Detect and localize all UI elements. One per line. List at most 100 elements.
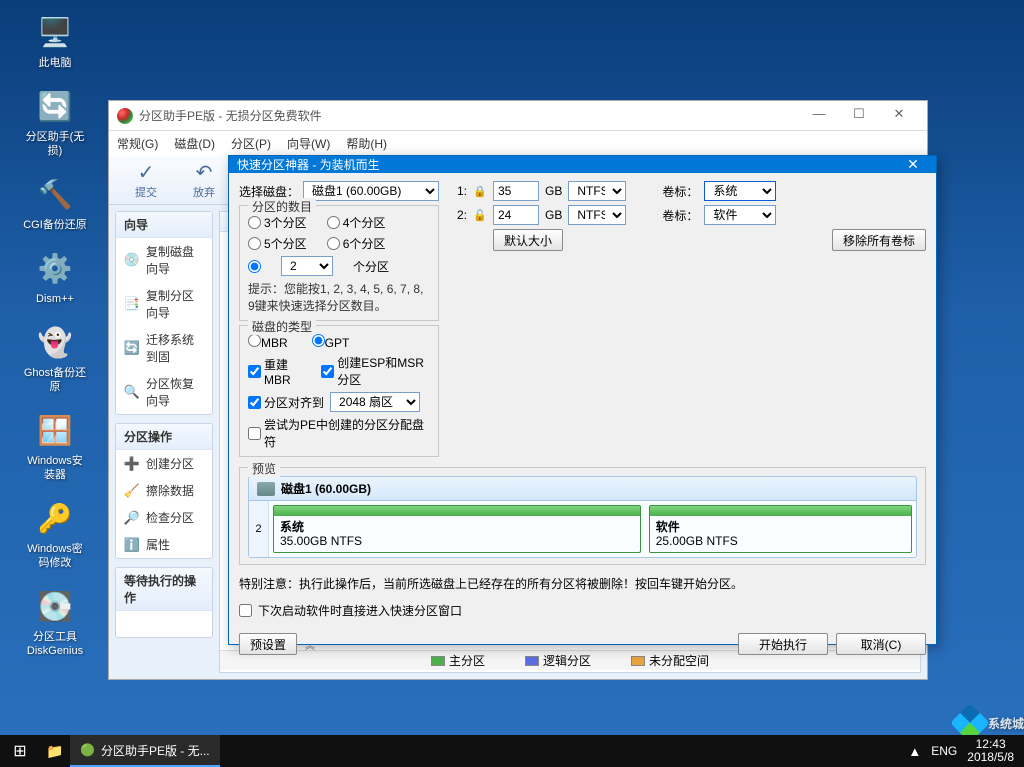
menu-disk[interactable]: 磁盘(D): [174, 135, 215, 152]
volume-input-1[interactable]: 系统: [704, 181, 776, 201]
radio-custom[interactable]: [248, 260, 261, 273]
size-input-1[interactable]: [493, 181, 539, 201]
wipe-icon: 🧹: [124, 483, 140, 499]
unlock-icon[interactable]: 🔓: [473, 208, 487, 222]
commit-button[interactable]: ✓提交: [119, 160, 173, 200]
chk-startup[interactable]: 下次启动软件时直接进入快速分区窗口: [239, 602, 926, 619]
info-icon: ℹ️: [124, 537, 140, 553]
default-size-button[interactable]: 默认大小: [493, 229, 563, 251]
radio-gpt[interactable]: GPT: [312, 334, 350, 350]
hammer-icon: 🔨: [35, 174, 75, 214]
radio-3[interactable]: 3个分区: [248, 214, 307, 231]
menu-wizard[interactable]: 向导(W): [287, 135, 330, 152]
volume-input-2[interactable]: 软件: [704, 205, 776, 225]
warning-text: 特别注意：执行此操作后，当前所选磁盘上已经存在的所有分区将被删除！按回车键开始分…: [239, 575, 926, 592]
discard-button[interactable]: ↶放弃: [177, 160, 231, 200]
preview-group: 预览 磁盘1 (60.00GB) 2 系统35.00GB NTFS 软件25.0…: [239, 467, 926, 565]
dialog-titlebar: 快速分区神器 - 为装机而生 ✕: [229, 156, 936, 173]
menu-partition[interactable]: 分区(P): [231, 135, 271, 152]
custom-count-select[interactable]: 2: [281, 256, 333, 276]
menu-help[interactable]: 帮助(H): [346, 135, 387, 152]
window-title: 分区助手PE版 - 无损分区免费软件: [139, 107, 799, 124]
desktop-icon-ghost[interactable]: 👻Ghost备份还原: [18, 318, 92, 398]
wizard-header: 向导: [116, 212, 212, 238]
remove-labels-button[interactable]: 移除所有卷标: [832, 229, 926, 251]
gears-icon: ⚙️: [35, 248, 75, 288]
taskbar-app[interactable]: 🟢 分区助手PE版 - 无...: [70, 735, 220, 767]
desktop-icon-winpass[interactable]: 🔑Windows密码修改: [18, 494, 92, 574]
lang-indicator[interactable]: ENG: [931, 744, 957, 758]
app-icon: [117, 108, 133, 124]
wizard-copy-part[interactable]: 📑复制分区向导: [116, 282, 212, 326]
desktop-icon-partition[interactable]: 🔄分区助手(无损): [18, 82, 92, 162]
windows-icon: 🪟: [35, 410, 75, 450]
titlebar: 分区助手PE版 - 无损分区免费软件 — ☐ ✕: [109, 101, 927, 131]
desktop-icon-this-pc[interactable]: 🖥️此电脑: [18, 8, 92, 74]
clock-date[interactable]: 2018/5/8: [967, 751, 1014, 764]
disk-label: 选择磁盘：: [239, 183, 299, 200]
partition-bar: 2 系统35.00GB NTFS 软件25.00GB NTFS: [248, 501, 917, 558]
chk-esp-msr[interactable]: 创建ESP和MSR分区: [321, 354, 430, 388]
radio-mbr[interactable]: MBR: [248, 334, 288, 350]
quick-partition-dialog: 快速分区神器 - 为装机而生 ✕ 选择磁盘： 磁盘1 (60.00GB) 分区的…: [228, 155, 937, 645]
wizard-panel: 向导 💿复制磁盘向导 📑复制分区向导 🔄迁移系统到固 🔍分区恢复向导: [115, 211, 213, 415]
disk-type-group: 磁盘的类型 MBR GPT 重建MBR 创建ESP和MSR分区 分区对齐到 20…: [239, 325, 439, 457]
tray-icon[interactable]: ▲: [908, 744, 921, 759]
copy-part-icon: 📑: [124, 296, 140, 312]
wizard-copy-disk[interactable]: 💿复制磁盘向导: [116, 238, 212, 282]
radio-4[interactable]: 4个分区: [327, 214, 386, 231]
app-icon: 🟢: [80, 743, 95, 757]
lock-icon[interactable]: 🔒: [473, 184, 487, 198]
size-input-2[interactable]: [493, 205, 539, 225]
start-button[interactable]: 开始执行: [738, 633, 828, 655]
ghost-icon: 👻: [35, 322, 75, 362]
menubar: 常规(G) 磁盘(D) 分区(P) 向导(W) 帮助(H): [109, 131, 927, 155]
op-wipe[interactable]: 🧹擦除数据: [116, 477, 212, 504]
chk-pe-letter[interactable]: 尝试为PE中创建的分区分配盘符: [248, 416, 430, 450]
expand-icon[interactable]: ︽: [305, 637, 315, 652]
fs-select-1[interactable]: NTFS: [568, 181, 626, 201]
dialog-footer: 预设置 ︽ 开始执行 取消(C): [229, 627, 936, 665]
maximize-button[interactable]: ☐: [839, 106, 879, 126]
align-select[interactable]: 2048 扇区: [330, 392, 420, 412]
wizard-recover[interactable]: 🔍分区恢复向导: [116, 370, 212, 414]
chk-align[interactable]: 分区对齐到: [248, 394, 324, 411]
desktop-icon-cgi[interactable]: 🔨CGI备份还原: [18, 170, 92, 236]
close-button[interactable]: ✕: [879, 106, 919, 126]
desktop-icon-dism[interactable]: ⚙️Dism++: [18, 244, 92, 310]
partition-row-1: 1: 🔒 GB NTFS 卷标： 系统: [451, 181, 926, 201]
radio-6[interactable]: 6个分区: [327, 235, 386, 252]
minimize-button[interactable]: —: [799, 106, 839, 126]
system-tray: ▲ ENG 12:43 2018/5/8: [898, 738, 1024, 764]
migrate-icon: 🔄: [124, 340, 140, 356]
start-button[interactable]: ⊞: [0, 741, 40, 761]
op-check[interactable]: 🔎检查分区: [116, 504, 212, 531]
explorer-icon[interactable]: 📁: [40, 743, 70, 760]
preview-disk-header: 磁盘1 (60.00GB): [248, 476, 917, 501]
desktop-icon-wininstall[interactable]: 🪟Windows安装器: [18, 406, 92, 486]
menu-general[interactable]: 常规(G): [117, 135, 158, 152]
partition-count-group: 分区的数目 3个分区 4个分区 5个分区 6个分区 2 个分区 提示：您能按1: [239, 205, 439, 321]
preview-part-1[interactable]: 系统35.00GB NTFS: [273, 505, 641, 553]
chk-rebuild-mbr[interactable]: 重建MBR: [248, 356, 305, 387]
desktop: 🖥️此电脑 🔄分区助手(无损) 🔨CGI备份还原 ⚙️Dism++ 👻Ghost…: [0, 0, 110, 662]
radio-5[interactable]: 5个分区: [248, 235, 307, 252]
preset-button[interactable]: 预设置: [239, 633, 297, 655]
op-create[interactable]: ➕创建分区: [116, 450, 212, 477]
cancel-button[interactable]: 取消(C): [836, 633, 926, 655]
desktop-icon-diskgenius[interactable]: 💽分区工具DiskGenius: [18, 582, 92, 662]
pending-header: 等待执行的操作: [116, 568, 212, 611]
pending-panel: 等待执行的操作: [115, 567, 213, 638]
sidebar: 向导 💿复制磁盘向导 📑复制分区向导 🔄迁移系统到固 🔍分区恢复向导 分区操作 …: [109, 205, 219, 679]
partition-row-2: 2: 🔓 GB NTFS 卷标： 软件: [451, 205, 926, 225]
undo-icon: ↶: [177, 160, 231, 184]
dialog-close-button[interactable]: ✕: [898, 156, 928, 173]
wizard-migrate[interactable]: 🔄迁移系统到固: [116, 326, 212, 370]
preview-part-2[interactable]: 软件25.00GB NTFS: [649, 505, 912, 553]
fs-select-2[interactable]: NTFS: [568, 205, 626, 225]
check-icon: ✓: [119, 160, 173, 184]
copy-disk-icon: 💿: [124, 252, 140, 268]
op-props[interactable]: ℹ️属性: [116, 531, 212, 558]
disk-icon: 💽: [35, 586, 75, 626]
disk-select[interactable]: 磁盘1 (60.00GB): [303, 181, 439, 201]
